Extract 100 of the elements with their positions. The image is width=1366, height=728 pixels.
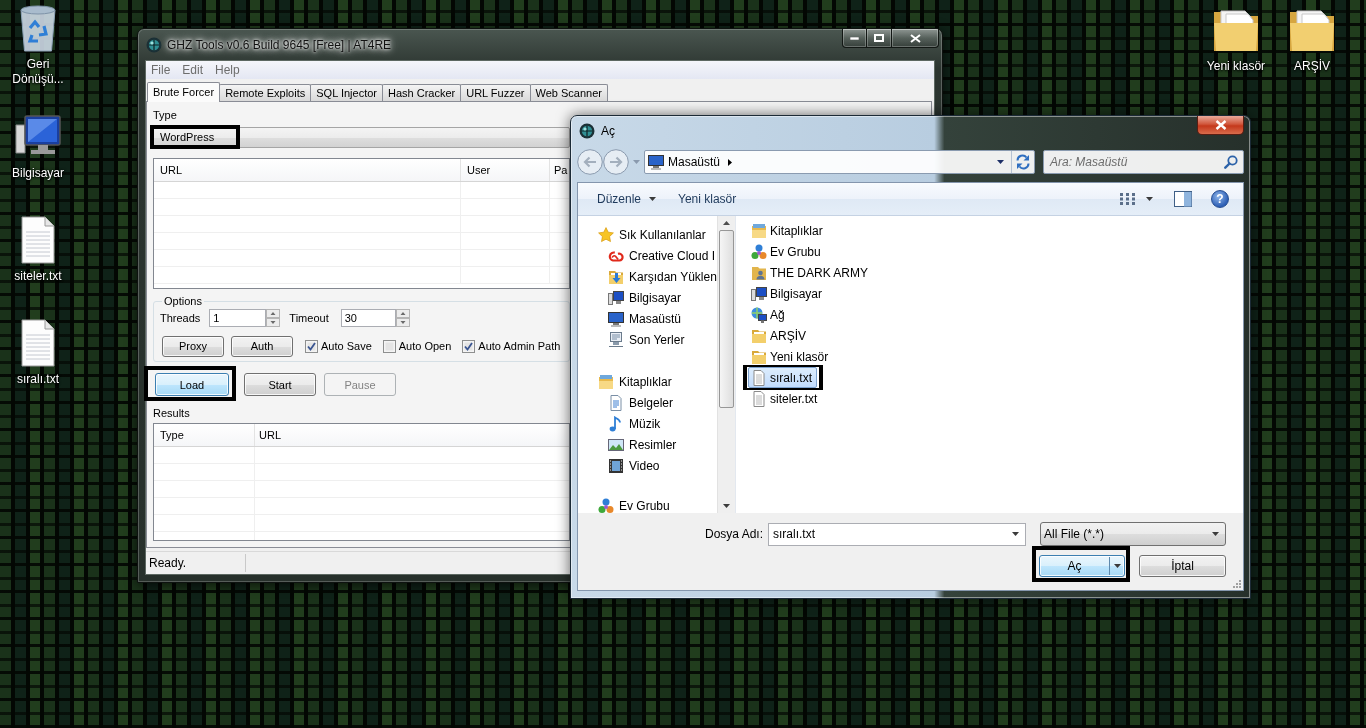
nav-item[interactable]: Ev Grubu [578,497,717,514]
nav-item[interactable]: Kitaplıklar [578,371,717,392]
homegroup-icon [598,497,614,514]
toolbar-button[interactable]: Yeni klasör [671,188,744,210]
globe-icon [146,36,162,53]
checkbox-label[interactable]: Auto Save [321,340,372,352]
scroll-up-icon[interactable] [723,221,730,225]
maximize-button[interactable] [867,29,892,48]
tab[interactable]: Hash Cracker [381,84,462,101]
nav-item[interactable]: Creative Cloud I [578,245,717,266]
field-label: Threads [160,311,201,325]
column-header[interactable]: Type [154,424,255,446]
nav-item[interactable]: Müzik [578,413,717,434]
desktop-shortcut[interactable]: Geri Dönüşü... [0,2,76,87]
recent-places-icon [608,331,624,348]
library-folder-icon [751,222,767,239]
close-button[interactable] [892,29,939,48]
column-header[interactable]: Pa [550,159,569,181]
nav-item[interactable]: Resimler [578,434,717,455]
option-button[interactable]: Proxy [162,335,224,357]
status-text: Ready. [146,554,246,572]
star-icon [598,226,614,243]
column-header[interactable]: URL [154,159,461,181]
caret-icon [649,197,657,201]
view-grid-icon[interactable] [1119,192,1136,206]
listing-item[interactable]: Bilgisayar [748,283,828,304]
tab[interactable]: Web Scanner [529,84,608,101]
menu-item[interactable]: File [146,63,178,77]
desktop-shortcut[interactable]: ARŞİV [1274,4,1350,74]
checkbox-label[interactable]: Auto Admin Path [478,340,561,352]
checkbox[interactable] [382,339,396,353]
spin-field[interactable]: 30 [340,309,396,327]
close-icon [1214,120,1227,130]
column-header[interactable]: User [461,159,550,181]
nav-item[interactable]: Sık Kullanılanlar [578,224,717,245]
scroll-down-icon[interactable] [723,504,730,508]
column-header[interactable]: URL [255,424,569,446]
spin-arrows-icon[interactable] [395,309,410,327]
desktop-shortcut[interactable]: sıralı.txt [0,317,76,387]
address-bar[interactable]: Masaüstü [644,150,1035,174]
tab[interactable]: URL Fuzzer [460,84,531,101]
nav-item[interactable]: Karşıdan Yüklen [578,266,717,287]
caret-icon[interactable] [1146,197,1153,201]
folder-icon [751,327,767,344]
nav-item[interactable]: Son Yerler [578,329,717,350]
tab[interactable]: Brute Forcer [147,82,221,102]
desktop-shortcut[interactable]: Yeni klasör [1198,4,1274,74]
listing-item[interactable]: Kitaplıklar [748,220,828,241]
checkbox[interactable] [305,339,318,353]
action-button[interactable]: Load [155,373,229,396]
desktop-shortcut[interactable]: siteler.txt [0,214,76,284]
dialog-button[interactable]: İptal [1139,555,1226,577]
tab[interactable]: Remote Exploits [219,84,312,101]
listing-item[interactable]: THE DARK ARMY [748,262,873,283]
action-button[interactable]: Start [244,373,316,396]
dialog-button[interactable]: Aç [1039,555,1125,577]
listing-item[interactable]: siteler.txt [748,388,823,409]
spin-arrows-icon[interactable] [266,309,281,327]
checkbox[interactable] [462,339,476,353]
checkbox-label[interactable]: Auto Open [398,340,452,352]
listing-item[interactable]: sıralı.txt [748,367,817,388]
desktop-shortcut[interactable]: Bilgisayar [0,111,76,181]
nav-item[interactable]: Belgeler [578,392,717,413]
menu-item[interactable]: Help [210,63,247,77]
spin-field[interactable]: 1 [209,309,267,327]
chevron-icon[interactable] [728,158,733,166]
resize-grip-icon[interactable] [1231,578,1241,588]
close-button[interactable] [1197,116,1244,135]
nav-item[interactable]: Bilgisayar [578,287,717,308]
minimize-button[interactable] [842,29,867,48]
close-icon [909,33,921,43]
dropdown-caret-icon[interactable] [1113,564,1121,568]
scrollbar[interactable] [717,216,735,513]
search-field[interactable]: Ara: Masaüstü [1043,150,1244,174]
toolbar-button[interactable]: Düzenle [590,188,664,210]
file-type-dropdown[interactable]: All File (*.*) [1040,522,1226,546]
option-button[interactable]: Auth [231,335,293,357]
tab[interactable]: SQL Injector [310,84,383,101]
type-dropdown[interactable]: WordPress [153,127,570,148]
computer-icon [608,289,624,306]
nav-item[interactable]: Masaüstü [578,308,717,329]
listing-item[interactable]: ARŞİV [748,325,811,346]
listing-item[interactable]: Yeni klasör [748,346,834,367]
computer-icon [751,285,767,302]
preview-pane-icon[interactable] [1174,191,1192,207]
dropdown-caret-icon[interactable] [997,160,1004,164]
field-label: Dosya Adı: [704,527,763,541]
section-label: Results [153,407,191,420]
breadcrumb[interactable]: Masaüstü [664,155,729,169]
monitor-icon [648,154,664,170]
listing-item[interactable]: Ev Grubu [748,241,826,262]
scroll-thumb[interactable] [719,230,734,408]
text-file-icon [751,369,767,386]
nav-item[interactable]: Video [578,455,717,476]
dropdown-caret-icon[interactable] [1212,532,1219,536]
text-file-icon [751,390,767,407]
dropdown-caret-icon[interactable] [1012,532,1019,536]
menu-item[interactable]: Edit [177,63,211,77]
listing-item[interactable]: Ağ [748,304,790,325]
file-name-field[interactable]: sıralı.txt [768,522,1026,546]
